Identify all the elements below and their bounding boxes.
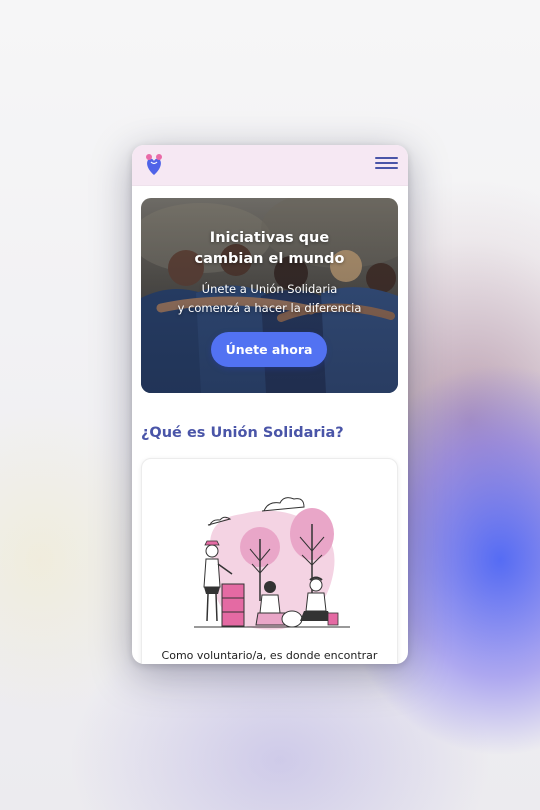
hamburger-menu-icon[interactable] <box>375 157 398 173</box>
join-now-button[interactable]: Únete ahora <box>211 332 327 367</box>
hero-subtitle-line1: Únete a Unión Solidaria <box>201 282 338 296</box>
hero-title-line2: cambian el mundo <box>194 251 345 267</box>
hero-subtitle: Únete a Unión Solidaria y comenzá a hace… <box>141 280 398 318</box>
volunteers-illustration <box>194 497 350 630</box>
heart-logo-icon[interactable] <box>143 153 165 177</box>
about-description: Como voluntario/a, es donde encontrar <box>161 649 378 662</box>
hero-subtitle-line2: y comenzá a hacer la diferencia <box>177 301 362 315</box>
hero-banner: Iniciativas que cambian el mundo Únete a… <box>141 198 398 393</box>
mobile-viewport: Iniciativas que cambian el mundo Únete a… <box>132 145 408 664</box>
top-navbar <box>132 145 408 186</box>
hero-title-line1: Iniciativas que <box>209 230 330 246</box>
hero-title: Iniciativas que cambian el mundo <box>141 228 398 270</box>
about-section-title: ¿Qué es Unión Solidaria? <box>141 425 344 441</box>
about-card: Como voluntario/a, es donde encontrar <box>141 458 398 664</box>
